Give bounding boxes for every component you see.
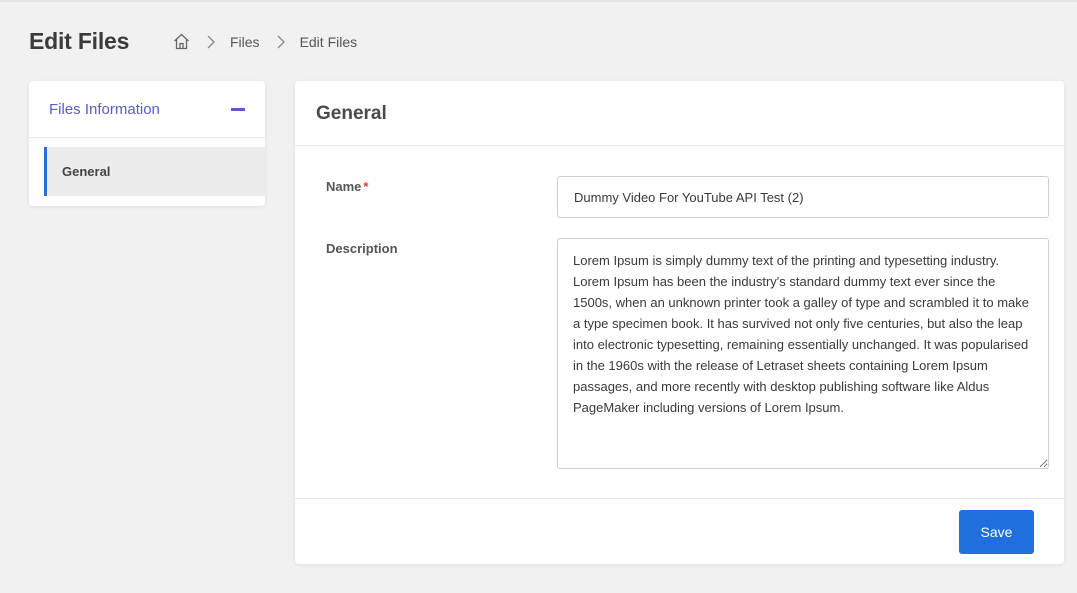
breadcrumb: Files Edit Files [173,33,357,50]
files-information-title: Files Information [49,101,160,118]
minus-icon[interactable] [231,108,245,111]
page-title: Edit Files [29,28,130,54]
breadcrumb-current: Edit Files [299,33,358,50]
top-divider [0,0,1077,2]
chevron-right-icon [206,35,216,49]
save-button[interactable]: Save [959,510,1034,554]
files-information-header[interactable]: Files Information [29,81,265,138]
name-label-text: Name [326,179,362,194]
description-label: Description [326,241,398,256]
name-input[interactable] [557,176,1049,218]
files-information-panel: Files Information General [29,81,265,206]
description-textarea[interactable]: Lorem Ipsum is simply dummy text of the … [557,238,1049,469]
chevron-right-icon [276,35,286,49]
sidebar-item-general[interactable]: General [44,147,265,196]
card-header: General [295,81,1064,146]
name-label: Name * [326,179,368,194]
general-form-card: General Name* Description Lorem Ipsum is… [295,81,1064,564]
home-icon[interactable] [173,33,190,50]
footer-divider [295,498,1064,499]
sidebar-item-label: General [62,164,111,179]
breadcrumb-files-link[interactable]: Files [230,34,260,50]
section-title: General [316,103,387,124]
required-marker: * [363,179,369,194]
